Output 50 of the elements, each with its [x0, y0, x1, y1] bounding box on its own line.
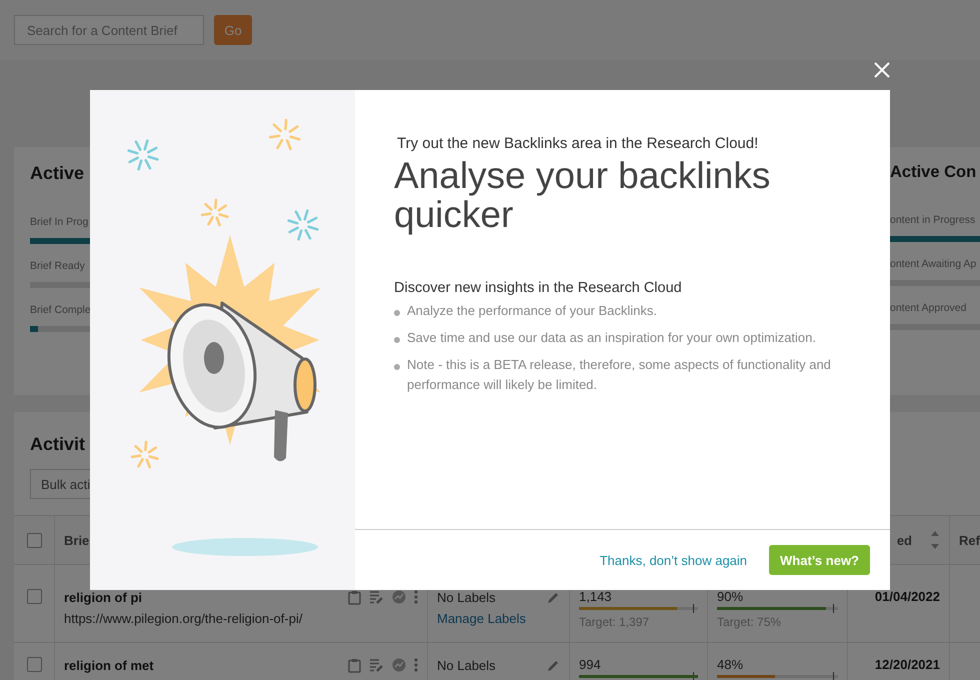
labels-text: No Labels: [437, 590, 496, 604]
pencil-icon[interactable]: [547, 658, 560, 672]
chart-circle-icon[interactable]: [392, 590, 406, 604]
card-title: Active: [30, 163, 84, 184]
brief-url: https://www.pilegion.org/the-religion-of-pi/: [64, 611, 304, 626]
card-title: Activit: [30, 434, 86, 455]
score-text: 90%: [717, 589, 744, 604]
word-count: 1,143: [579, 589, 613, 604]
dialog-title: Analyse your backlinks quicker: [394, 156, 772, 234]
status-label: Brief Ready: [30, 260, 85, 272]
checkbox[interactable]: [26, 532, 42, 548]
whats-new-button[interactable]: What’s new?: [769, 545, 870, 575]
chart-circle-icon[interactable]: [392, 658, 406, 672]
status-label: ontent in Progress: [890, 214, 976, 226]
column-header[interactable]: Brie: [64, 532, 90, 548]
status-label: ontent Approved: [890, 302, 966, 314]
more-icon[interactable]: [414, 590, 418, 604]
dismiss-link[interactable]: Thanks, don’t show again: [600, 552, 748, 568]
more-icon[interactable]: [414, 658, 418, 672]
close-icon[interactable]: [874, 62, 890, 78]
bullet-icon: [394, 364, 400, 370]
section-heading: Discover new insights in the Research Cloud: [394, 280, 683, 296]
bullet-text: Note - this is a BETA release, therefore, some aspects of functionality and performance will likely be limited.: [407, 356, 832, 394]
go-button[interactable]: Go: [214, 15, 252, 45]
bullet-text: Analyze the performance of your Backlinks.: [407, 302, 658, 320]
status-label: Brief Comple: [30, 304, 91, 316]
status-label: Brief In Prog: [30, 216, 88, 228]
manage-labels-link[interactable]: Manage Labels: [437, 611, 560, 626]
checkbox[interactable]: [26, 589, 42, 604]
date-text: 12/20/2021: [874, 657, 940, 672]
clipboard-icon[interactable]: [348, 590, 361, 604]
status-label: ontent Awaiting Ap: [890, 258, 976, 270]
score-text: 48%: [717, 657, 744, 672]
sort-icon[interactable]: [930, 529, 940, 551]
column-header[interactable]: ed: [896, 532, 912, 548]
column-header[interactable]: Ref: [959, 532, 980, 548]
labels-text: No Labels: [437, 658, 496, 672]
bullet-text: Save time and use our data as an inspiration for your own optimization.: [407, 329, 816, 348]
date-text: 01/04/2022: [874, 589, 940, 604]
card-title: Active Con: [890, 163, 976, 182]
checkbox[interactable]: [26, 657, 42, 672]
dialog-subtitle: Try out the new Backlinks area in the Research Cloud!: [397, 135, 760, 152]
bullet-icon: [394, 310, 400, 316]
edit-document-icon[interactable]: [369, 590, 384, 604]
brief-title[interactable]: religion of pi: [64, 590, 142, 604]
search-field[interactable]: Search for a Content Brief: [14, 15, 204, 45]
bullet-icon: [394, 337, 400, 344]
brief-title[interactable]: religion of met: [64, 658, 154, 672]
word-count: 994: [579, 657, 602, 672]
clipboard-icon[interactable]: [348, 658, 361, 672]
